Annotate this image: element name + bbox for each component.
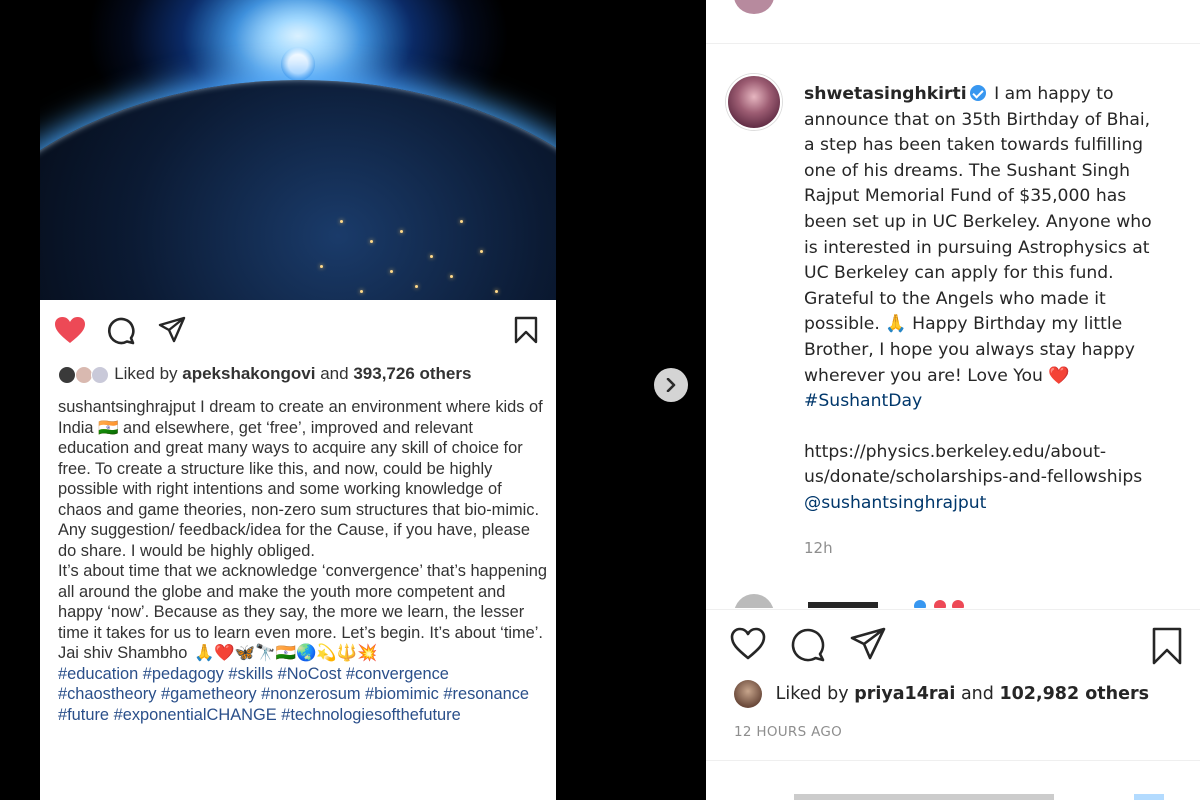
save-button[interactable]	[1152, 627, 1182, 665]
caption-closing: Jai shiv Shambho	[58, 644, 188, 662]
likes-summary: Liked by priya14rai and 102,982 others	[734, 680, 1149, 708]
bookmark-icon	[1152, 627, 1182, 665]
post-details-panel: shwetasinghkirti I am happy to announce …	[706, 0, 1200, 800]
likes-count[interactable]: 102,982 others	[999, 684, 1149, 704]
author-avatar[interactable]	[726, 74, 782, 130]
caption-text: I am happy to announce that on 35th Birt…	[804, 84, 1152, 386]
likes-conjunction: and	[320, 364, 349, 383]
post-timestamp[interactable]: 12 HOURS AGO	[734, 724, 842, 740]
likes-conjunction: and	[960, 684, 994, 704]
verified-badge-icon	[969, 85, 986, 101]
divider	[706, 609, 1200, 610]
like-button[interactable]	[730, 627, 766, 661]
caption-timestamp: 12h	[804, 539, 833, 557]
sunburst	[281, 47, 315, 81]
avatar[interactable]	[734, 680, 762, 708]
liker-avatars	[58, 365, 110, 385]
caption-hashtags: #education #pedagogy #skills #NoCost #co…	[58, 664, 530, 724]
next-comment-partial	[734, 592, 1174, 608]
paper-plane-icon	[158, 316, 186, 344]
comment-bubble-icon	[791, 628, 825, 662]
likes-prefix: Liked by	[114, 364, 178, 383]
avatar	[91, 366, 110, 385]
avatar[interactable]	[734, 0, 774, 14]
heart-filled-icon	[54, 316, 86, 344]
caption-emojis: 🙏❤️🦋🔭🇮🇳🌏💫🔱💥	[193, 644, 378, 662]
caption-username: sushantsinghrajput	[58, 398, 196, 416]
divider	[706, 760, 1200, 761]
author-username[interactable]: shwetasinghkirti	[804, 84, 967, 104]
likes-count: 393,726 others	[353, 364, 472, 383]
post-media-area: Liked by apekshakongovi and 393,726 othe…	[0, 0, 706, 800]
screenshot-post-card: Liked by apekshakongovi and 393,726 othe…	[40, 300, 556, 800]
likes-user[interactable]: priya14rai	[854, 684, 955, 704]
share-button[interactable]	[850, 627, 886, 661]
card-action-bar	[54, 316, 538, 348]
chevron-right-icon	[664, 378, 678, 392]
carousel-next-button[interactable]	[654, 368, 688, 402]
mention-link[interactable]: @sushantsinghrajput	[804, 493, 986, 513]
post-action-bar	[730, 627, 1182, 667]
divider	[706, 43, 1200, 44]
likes-prefix: Liked by	[775, 684, 849, 704]
paper-plane-icon	[850, 627, 886, 660]
caption-paragraph-1: I dream to create an environment where k…	[58, 398, 543, 560]
caption-paragraph-2: It’s about time that we acknowledge ‘con…	[58, 562, 548, 642]
likes-user: apekshakongovi	[182, 364, 316, 383]
earth-from-space-image	[40, 0, 556, 300]
comment-bubble-icon	[106, 316, 136, 346]
heart-emoji: ❤️	[1048, 365, 1070, 386]
avatar	[58, 366, 76, 385]
card-caption: sushantsinghrajput I dream to create an …	[58, 397, 548, 725]
bookmark-icon	[514, 316, 538, 344]
avatar	[74, 366, 93, 385]
earth-globe	[40, 80, 556, 300]
post-caption: shwetasinghkirti I am happy to announce …	[804, 82, 1164, 517]
comment-button[interactable]	[790, 627, 826, 663]
card-likes-line: Liked by apekshakongovi and 393,726 othe…	[58, 364, 471, 385]
hashtag-link[interactable]: #SushantDay	[804, 391, 922, 411]
add-comment-partial	[734, 786, 1174, 800]
heart-outline-icon	[730, 627, 766, 660]
url-text: https://physics.berkeley.edu/about-us/do…	[804, 441, 1143, 488]
